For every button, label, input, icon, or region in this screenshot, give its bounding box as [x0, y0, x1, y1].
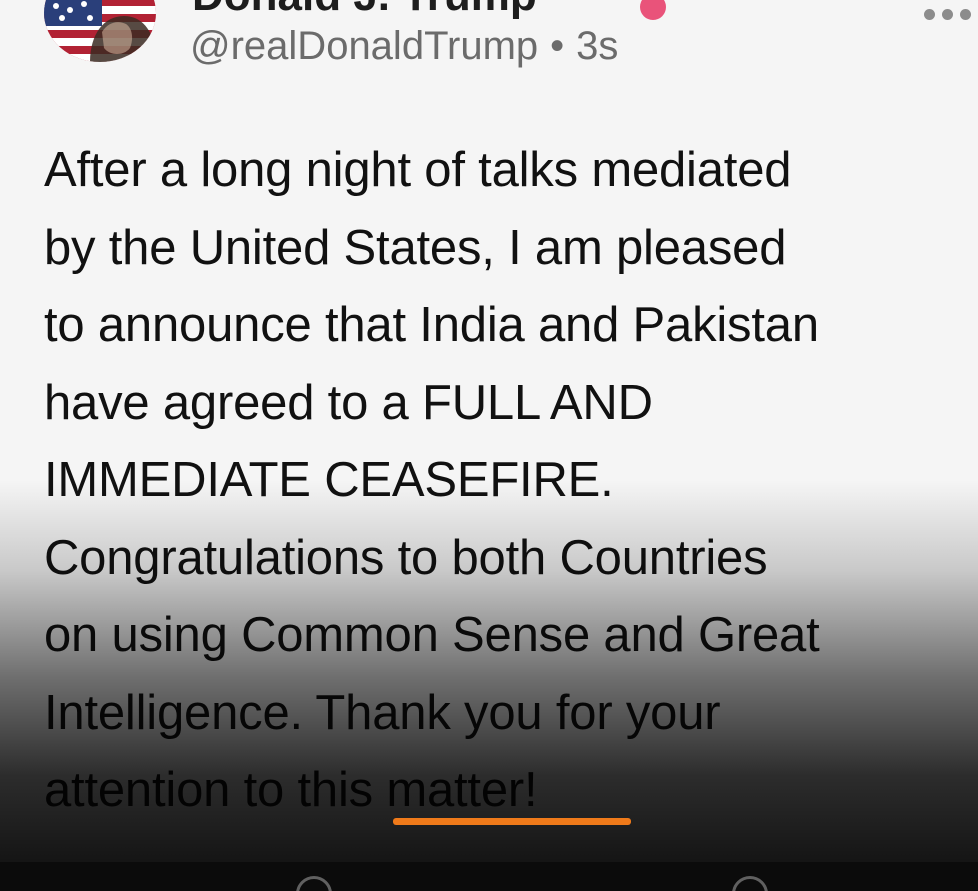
post-line: on using Common Sense and Great	[44, 608, 820, 662]
post-screen: Donald J. Trump @realDonaldTrump •3s Afte…	[0, 0, 978, 891]
meta-separator: •	[550, 24, 565, 68]
post-line: to announce that India and Pakistan	[44, 298, 819, 352]
post-line: Intelligence. Thank you for your	[44, 685, 721, 740]
partial-icon	[296, 876, 332, 891]
post-line: After a long night of talks mediated	[44, 143, 792, 197]
post-body: After a long night of talks mediated by …	[44, 132, 978, 830]
post-line: by the United States, I am pleased	[44, 220, 787, 275]
underline-accent	[393, 818, 631, 825]
more-dot	[960, 9, 971, 20]
post-line: have agreed to a FULL AND	[44, 375, 653, 430]
more-dot	[942, 9, 953, 20]
post-header: Donald J. Trump @realDonaldTrump •3s	[0, 0, 978, 100]
post-line: Congratulations to both Countries	[44, 530, 768, 585]
avatar[interactable]	[44, 0, 156, 62]
more-horizontal-icon	[924, 9, 935, 20]
post-timestamp[interactable]: 3s	[576, 24, 618, 68]
avatar-flag-portrait-icon	[44, 0, 156, 62]
bottom-bar	[0, 862, 978, 891]
post-line: IMMEDIATE CEASEFIRE.	[44, 453, 614, 507]
verified-badge-icon	[640, 0, 666, 20]
display-name[interactable]: Donald J. Trump	[192, 0, 537, 18]
user-handle[interactable]: @realDonaldTrump	[190, 24, 538, 68]
meta-line: @realDonaldTrump • 3s	[190, 26, 618, 66]
partial-icon	[732, 876, 768, 891]
more-options-button[interactable]	[922, 2, 974, 26]
